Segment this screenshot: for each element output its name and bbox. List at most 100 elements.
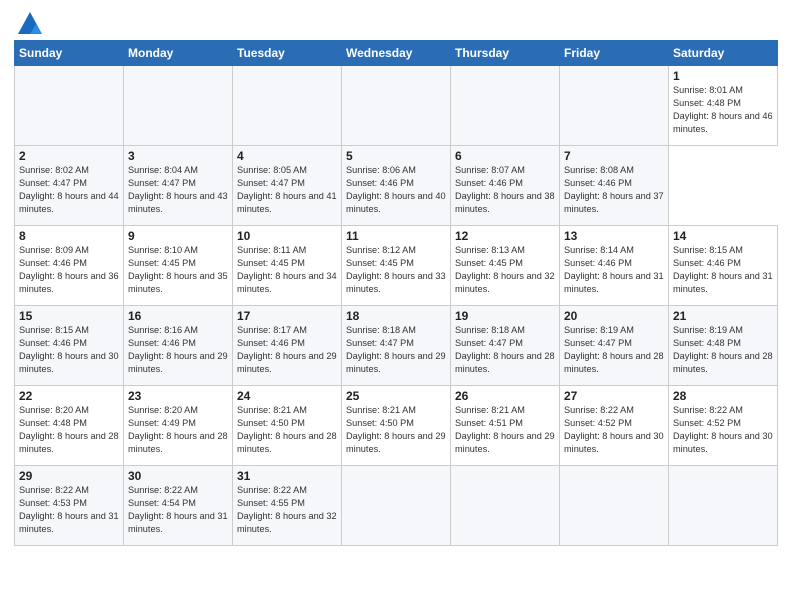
- day-detail: Sunrise: 8:09 AMSunset: 4:46 PMDaylight:…: [19, 244, 119, 296]
- day-detail: Sunrise: 8:06 AMSunset: 4:46 PMDaylight:…: [346, 164, 446, 216]
- calendar-cell: [560, 66, 669, 146]
- day-detail: Sunrise: 8:17 AMSunset: 4:46 PMDaylight:…: [237, 324, 337, 376]
- calendar-week-row: 1Sunrise: 8:01 AMSunset: 4:48 PMDaylight…: [15, 66, 778, 146]
- calendar-cell: [451, 466, 560, 546]
- day-detail: Sunrise: 8:18 AMSunset: 4:47 PMDaylight:…: [455, 324, 555, 376]
- day-detail: Sunrise: 8:20 AMSunset: 4:49 PMDaylight:…: [128, 404, 228, 456]
- day-detail: Sunrise: 8:21 AMSunset: 4:50 PMDaylight:…: [346, 404, 446, 456]
- calendar-cell: 21Sunrise: 8:19 AMSunset: 4:48 PMDayligh…: [669, 306, 778, 386]
- calendar-cell: 6Sunrise: 8:07 AMSunset: 4:46 PMDaylight…: [451, 146, 560, 226]
- day-number: 16: [128, 309, 228, 323]
- day-number: 8: [19, 229, 119, 243]
- day-detail: Sunrise: 8:01 AMSunset: 4:48 PMDaylight:…: [673, 84, 773, 136]
- day-number: 21: [673, 309, 773, 323]
- calendar-cell: 2Sunrise: 8:02 AMSunset: 4:47 PMDaylight…: [15, 146, 124, 226]
- calendar-cell: 18Sunrise: 8:18 AMSunset: 4:47 PMDayligh…: [342, 306, 451, 386]
- day-detail: Sunrise: 8:12 AMSunset: 4:45 PMDaylight:…: [346, 244, 446, 296]
- day-detail: Sunrise: 8:02 AMSunset: 4:47 PMDaylight:…: [19, 164, 119, 216]
- day-number: 17: [237, 309, 337, 323]
- calendar-cell: 29Sunrise: 8:22 AMSunset: 4:53 PMDayligh…: [15, 466, 124, 546]
- day-of-week-header: Friday: [560, 41, 669, 66]
- calendar-cell: 31Sunrise: 8:22 AMSunset: 4:55 PMDayligh…: [233, 466, 342, 546]
- day-of-week-header: Tuesday: [233, 41, 342, 66]
- day-detail: Sunrise: 8:22 AMSunset: 4:52 PMDaylight:…: [564, 404, 664, 456]
- logo: [14, 10, 44, 34]
- day-of-week-header: Monday: [124, 41, 233, 66]
- day-detail: Sunrise: 8:16 AMSunset: 4:46 PMDaylight:…: [128, 324, 228, 376]
- calendar-cell: 4Sunrise: 8:05 AMSunset: 4:47 PMDaylight…: [233, 146, 342, 226]
- day-number: 6: [455, 149, 555, 163]
- day-detail: Sunrise: 8:05 AMSunset: 4:47 PMDaylight:…: [237, 164, 337, 216]
- calendar-cell: 3Sunrise: 8:04 AMSunset: 4:47 PMDaylight…: [124, 146, 233, 226]
- calendar-cell: 23Sunrise: 8:20 AMSunset: 4:49 PMDayligh…: [124, 386, 233, 466]
- day-detail: Sunrise: 8:21 AMSunset: 4:51 PMDaylight:…: [455, 404, 555, 456]
- calendar-cell: 12Sunrise: 8:13 AMSunset: 4:45 PMDayligh…: [451, 226, 560, 306]
- calendar-week-row: 2Sunrise: 8:02 AMSunset: 4:47 PMDaylight…: [15, 146, 778, 226]
- day-detail: Sunrise: 8:19 AMSunset: 4:48 PMDaylight:…: [673, 324, 773, 376]
- calendar-table: SundayMondayTuesdayWednesdayThursdayFrid…: [14, 40, 778, 546]
- day-detail: Sunrise: 8:15 AMSunset: 4:46 PMDaylight:…: [19, 324, 119, 376]
- day-number: 2: [19, 149, 119, 163]
- day-detail: Sunrise: 8:20 AMSunset: 4:48 PMDaylight:…: [19, 404, 119, 456]
- calendar-week-row: 22Sunrise: 8:20 AMSunset: 4:48 PMDayligh…: [15, 386, 778, 466]
- calendar-cell: 24Sunrise: 8:21 AMSunset: 4:50 PMDayligh…: [233, 386, 342, 466]
- day-number: 23: [128, 389, 228, 403]
- day-detail: Sunrise: 8:22 AMSunset: 4:54 PMDaylight:…: [128, 484, 228, 536]
- day-number: 22: [19, 389, 119, 403]
- day-number: 25: [346, 389, 446, 403]
- day-number: 14: [673, 229, 773, 243]
- day-number: 19: [455, 309, 555, 323]
- day-number: 31: [237, 469, 337, 483]
- page-header: [14, 10, 778, 34]
- day-detail: Sunrise: 8:22 AMSunset: 4:52 PMDaylight:…: [673, 404, 773, 456]
- calendar-cell: [15, 66, 124, 146]
- day-number: 4: [237, 149, 337, 163]
- calendar-cell: 11Sunrise: 8:12 AMSunset: 4:45 PMDayligh…: [342, 226, 451, 306]
- day-of-week-header: Sunday: [15, 41, 124, 66]
- logo-icon: [16, 10, 44, 38]
- day-of-week-header: Wednesday: [342, 41, 451, 66]
- calendar-cell: [451, 66, 560, 146]
- calendar-cell: 19Sunrise: 8:18 AMSunset: 4:47 PMDayligh…: [451, 306, 560, 386]
- day-detail: Sunrise: 8:13 AMSunset: 4:45 PMDaylight:…: [455, 244, 555, 296]
- calendar-cell: 27Sunrise: 8:22 AMSunset: 4:52 PMDayligh…: [560, 386, 669, 466]
- day-number: 7: [564, 149, 664, 163]
- day-of-week-header: Thursday: [451, 41, 560, 66]
- day-number: 10: [237, 229, 337, 243]
- day-of-week-header: Saturday: [669, 41, 778, 66]
- day-number: 1: [673, 69, 773, 83]
- calendar-cell: [124, 66, 233, 146]
- page-container: SundayMondayTuesdayWednesdayThursdayFrid…: [0, 0, 792, 556]
- day-number: 30: [128, 469, 228, 483]
- day-number: 18: [346, 309, 446, 323]
- calendar-cell: 26Sunrise: 8:21 AMSunset: 4:51 PMDayligh…: [451, 386, 560, 466]
- day-number: 15: [19, 309, 119, 323]
- day-detail: Sunrise: 8:04 AMSunset: 4:47 PMDaylight:…: [128, 164, 228, 216]
- day-number: 28: [673, 389, 773, 403]
- day-detail: Sunrise: 8:18 AMSunset: 4:47 PMDaylight:…: [346, 324, 446, 376]
- day-number: 24: [237, 389, 337, 403]
- day-detail: Sunrise: 8:11 AMSunset: 4:45 PMDaylight:…: [237, 244, 337, 296]
- calendar-cell: 1Sunrise: 8:01 AMSunset: 4:48 PMDaylight…: [669, 66, 778, 146]
- calendar-cell: 9Sunrise: 8:10 AMSunset: 4:45 PMDaylight…: [124, 226, 233, 306]
- calendar-cell: 22Sunrise: 8:20 AMSunset: 4:48 PMDayligh…: [15, 386, 124, 466]
- day-number: 20: [564, 309, 664, 323]
- calendar-cell: [560, 466, 669, 546]
- calendar-cell: 25Sunrise: 8:21 AMSunset: 4:50 PMDayligh…: [342, 386, 451, 466]
- day-detail: Sunrise: 8:22 AMSunset: 4:55 PMDaylight:…: [237, 484, 337, 536]
- calendar-cell: [669, 466, 778, 546]
- day-number: 27: [564, 389, 664, 403]
- calendar-cell: 7Sunrise: 8:08 AMSunset: 4:46 PMDaylight…: [560, 146, 669, 226]
- calendar-cell: 10Sunrise: 8:11 AMSunset: 4:45 PMDayligh…: [233, 226, 342, 306]
- day-number: 13: [564, 229, 664, 243]
- day-number: 3: [128, 149, 228, 163]
- calendar-cell: 28Sunrise: 8:22 AMSunset: 4:52 PMDayligh…: [669, 386, 778, 466]
- day-number: 12: [455, 229, 555, 243]
- calendar-week-row: 8Sunrise: 8:09 AMSunset: 4:46 PMDaylight…: [15, 226, 778, 306]
- header-row: SundayMondayTuesdayWednesdayThursdayFrid…: [15, 41, 778, 66]
- day-detail: Sunrise: 8:08 AMSunset: 4:46 PMDaylight:…: [564, 164, 664, 216]
- calendar-cell: 8Sunrise: 8:09 AMSunset: 4:46 PMDaylight…: [15, 226, 124, 306]
- calendar-cell: 15Sunrise: 8:15 AMSunset: 4:46 PMDayligh…: [15, 306, 124, 386]
- day-number: 29: [19, 469, 119, 483]
- calendar-cell: [342, 466, 451, 546]
